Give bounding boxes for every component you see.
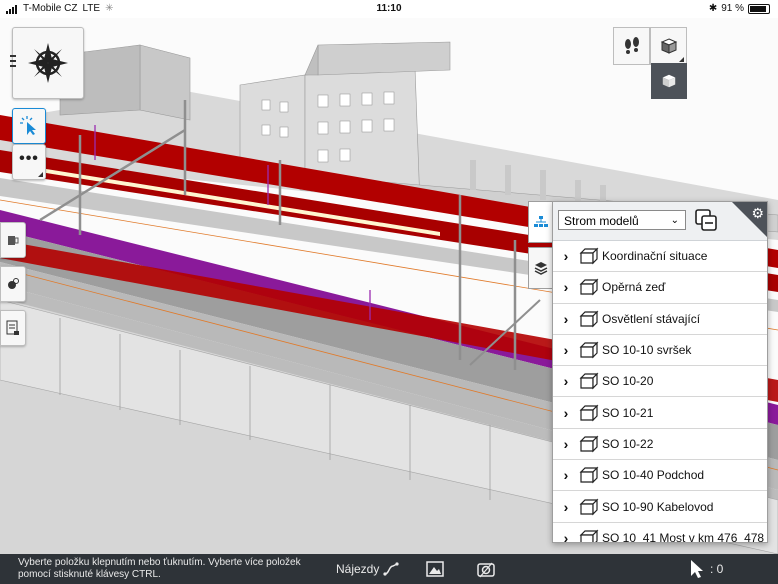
3d-cube-icon	[660, 38, 677, 54]
tree-row[interactable]: › SO 10-10 svršek	[553, 335, 767, 367]
najezdy-button[interactable]: Nájezdy	[336, 562, 399, 576]
panel-header: Strom modelů ⌄ ⚙	[553, 202, 767, 241]
tree-row[interactable]: › SO 10-21	[553, 397, 767, 429]
model-cube-icon	[579, 435, 599, 453]
viewpoint-image-icon[interactable]	[425, 559, 445, 579]
tab-model-tree[interactable]	[528, 201, 552, 243]
view-cube-options-button[interactable]	[651, 63, 687, 99]
clock: 11:10	[376, 3, 402, 14]
model-cube-icon	[579, 310, 599, 328]
visibility-button[interactable]	[0, 266, 26, 302]
model-cube-icon	[579, 466, 599, 484]
tree-row[interactable]: › SO 10_41 Most v km 476_478	[553, 523, 767, 543]
model-cube-icon	[579, 341, 599, 359]
tree-row-label: SO 10-40 Podchod	[602, 468, 705, 483]
view-mode-group	[613, 27, 687, 65]
tree-row-label: SO 10-21	[602, 405, 654, 420]
model-cube-icon	[579, 404, 599, 422]
chevron-down-icon: ⌄	[670, 215, 679, 226]
path-flythrough-icon	[383, 562, 399, 576]
model-cube-icon	[579, 529, 599, 542]
najezdy-label: Nájezdy	[336, 562, 380, 576]
chevron-right-icon[interactable]: ›	[553, 405, 579, 421]
chevron-right-icon[interactable]: ›	[553, 342, 579, 358]
model-view-select-value: Strom modelů	[564, 214, 639, 228]
compass-rose-icon	[28, 43, 68, 83]
hierarchy-tree-icon	[533, 216, 548, 227]
model-tree-panel: Strom modelů ⌄ ⚙ › Koordinační situace › Op…	[552, 201, 768, 543]
chevron-right-icon[interactable]: ›	[553, 436, 579, 452]
walk-mode-button[interactable]	[613, 27, 650, 65]
visibility-icon	[8, 278, 19, 289]
battery-icon	[748, 3, 770, 14]
ios-status-bar: T-Mobile CZ LTE ✳ 11:10 ✱ 91 %	[0, 0, 778, 18]
tree-row-label: Opěrná zeď	[602, 280, 666, 295]
chevron-right-icon[interactable]: ›	[553, 530, 579, 542]
collapse-all-icon[interactable]	[695, 209, 717, 231]
tree-row[interactable]: › Osvětlení stávající	[553, 304, 767, 335]
model-tree-list[interactable]: › Koordinační situace › Opěrná zeď › Osvětlen…	[553, 241, 767, 543]
tree-row-label: Koordinační situace	[602, 249, 708, 264]
tree-row[interactable]: › SO 10-22	[553, 429, 767, 461]
battery-percent: 91 %	[721, 3, 744, 14]
camera-settings-icon[interactable]	[476, 559, 496, 579]
selection-counter: : 0	[690, 559, 723, 579]
bluetooth-icon: ✱	[708, 3, 718, 14]
tab-layers[interactable]	[528, 247, 552, 289]
properties-button[interactable]	[0, 310, 26, 346]
section-box-button[interactable]	[0, 222, 26, 258]
layers-icon	[534, 262, 547, 275]
tree-row[interactable]: › SO 10-90 Kabelovod	[553, 491, 767, 523]
more-tools-button[interactable]: •••	[12, 144, 46, 180]
navigation-compass-button[interactable]	[12, 27, 84, 99]
model-cube-icon	[579, 278, 599, 296]
tree-row-label: Osvětlení stávající	[602, 311, 701, 326]
bottom-status-bar: Vyberte položku klepnutím nebo ťuknutím.…	[0, 554, 778, 584]
model-cube-icon	[579, 247, 599, 265]
chevron-right-icon[interactable]: ›	[553, 499, 579, 515]
model-cube-icon	[579, 372, 599, 390]
chevron-right-icon[interactable]: ›	[553, 279, 579, 295]
chevron-right-icon[interactable]: ›	[553, 311, 579, 327]
tree-row[interactable]: › Opěrná zeď	[553, 272, 767, 304]
selection-hint-text: Vyberte položku klepnutím nebo ťuknutím.…	[18, 557, 301, 580]
cursor-arrow-icon	[691, 560, 703, 578]
gear-icon[interactable]: ⚙	[751, 205, 764, 222]
chevron-right-icon[interactable]: ›	[553, 467, 579, 483]
section-box-icon	[8, 236, 19, 245]
pointer-select-icon	[20, 116, 36, 135]
ellipsis-icon: •••	[19, 150, 39, 167]
tree-row[interactable]: › SO 10-20	[553, 366, 767, 398]
tree-row-label: SO 10-22	[602, 436, 654, 451]
orbit-mode-button[interactable]	[650, 27, 687, 65]
model-view-select[interactable]: Strom modelů ⌄	[558, 210, 686, 230]
menu-handle-icon[interactable]	[10, 55, 16, 67]
chevron-right-icon[interactable]: ›	[553, 248, 579, 264]
tree-row[interactable]: › SO 10-40 Podchod	[553, 460, 767, 492]
panel-tab-strip	[528, 201, 552, 289]
model-cube-icon	[579, 498, 599, 515]
select-tool-button[interactable]	[12, 108, 46, 144]
properties-sheet-icon	[6, 320, 19, 335]
tree-row-label: SO 10-90 Kabelovod	[602, 499, 714, 514]
tree-row[interactable]: › Koordinační situace	[553, 241, 767, 273]
tree-row-label: SO 10-10 svršek	[602, 343, 692, 358]
selection-count-value: : 0	[710, 562, 724, 576]
tree-row-label: SO 10_41 Most v km 476_478	[602, 530, 765, 543]
tree-row-label: SO 10-20	[602, 374, 654, 389]
walk-footsteps-icon	[624, 37, 639, 54]
3d-cube-dark-icon	[662, 74, 676, 88]
chevron-right-icon[interactable]: ›	[553, 373, 579, 389]
